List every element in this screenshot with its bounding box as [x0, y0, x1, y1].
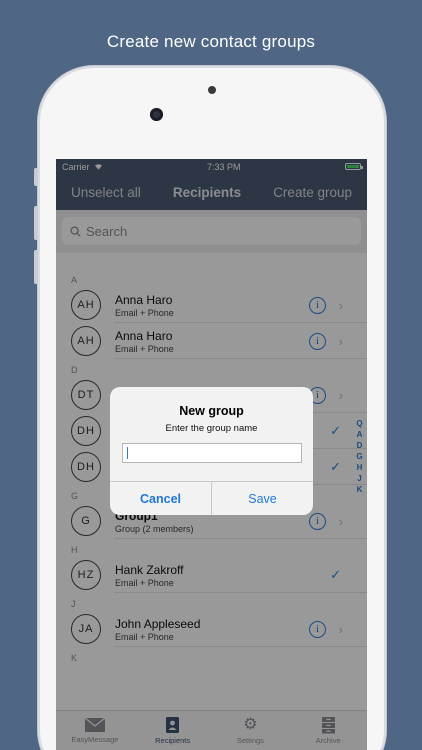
dialog-actions: Cancel Save [110, 481, 313, 515]
tab-settings[interactable]: ⚙ Settings [212, 711, 290, 750]
envelope-icon [84, 717, 106, 732]
gear-icon: ⚙ [243, 716, 258, 733]
tab-label: Archive [315, 736, 341, 745]
earpiece-icon [208, 86, 216, 94]
tab-label: Settings [236, 736, 264, 745]
group-name-input[interactable] [121, 443, 302, 463]
front-camera-icon [150, 108, 163, 121]
tab-label: EasyMessage [71, 735, 119, 744]
tab-bar: EasyMessage Recipients ⚙ Settings Archiv… [56, 710, 367, 750]
volume-down-button [34, 250, 38, 284]
tab-recipients[interactable]: Recipients [134, 711, 212, 750]
tab-archive[interactable]: Archive [289, 711, 367, 750]
save-button[interactable]: Save [212, 482, 313, 515]
tab-label: Recipients [155, 736, 191, 745]
tab-easymessage[interactable]: EasyMessage [56, 711, 134, 750]
new-group-dialog: New group Enter the group name Cancel Sa… [110, 387, 313, 515]
mute-switch [34, 168, 38, 186]
cancel-button[interactable]: Cancel [110, 482, 212, 515]
text-caret [126, 447, 128, 459]
archive-icon [321, 717, 335, 734]
volume-up-button [34, 206, 38, 240]
promo-caption: Create new contact groups [106, 32, 316, 51]
contacts-icon [166, 717, 180, 733]
phone-screen: Carrier 7:33 PM Unselect all Recipients … [56, 159, 367, 750]
dialog-title: New group [179, 404, 244, 418]
dialog-message: Enter the group name [165, 423, 258, 434]
